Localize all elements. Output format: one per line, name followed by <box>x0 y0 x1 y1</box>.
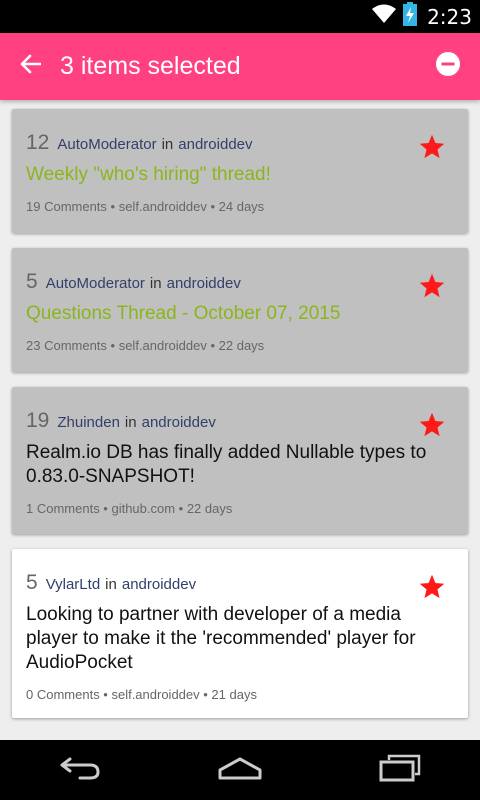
star-icon[interactable] <box>418 133 446 161</box>
post-meta: 5 AutoModerator in androiddev <box>26 270 454 294</box>
post-list[interactable]: 12 AutoModerator in androiddev Weekly "w… <box>0 100 480 740</box>
back-button[interactable] <box>0 33 60 100</box>
post-title[interactable]: Questions Thread - October 07, 2015 <box>26 302 454 326</box>
post-title[interactable]: Weekly "who's hiring" thread! <box>26 163 454 187</box>
post-title[interactable]: Realm.io DB has finally added Nullable t… <box>26 441 446 489</box>
post-subreddit[interactable]: androiddev <box>178 136 252 153</box>
post-info: 1 Comments • github.com • 22 days <box>26 501 233 516</box>
post-meta: 5 VylarLtd in androiddev <box>26 571 454 595</box>
post-author[interactable]: Zhuinden <box>57 414 120 431</box>
in-label: in <box>149 275 162 292</box>
post-meta: 12 AutoModerator in androiddev <box>26 131 454 155</box>
star-icon[interactable] <box>418 411 446 439</box>
post-info: 19 Comments • self.androiddev • 24 days <box>26 199 265 214</box>
post-subreddit[interactable]: androiddev <box>142 414 216 431</box>
wifi-icon <box>371 3 397 30</box>
back-nav-icon <box>58 755 102 786</box>
post-score: 5 <box>26 270 38 293</box>
post-score: 5 <box>26 571 38 594</box>
post-info: 0 Comments • self.androiddev • 21 days <box>26 687 257 702</box>
post-title[interactable]: Looking to partner with developer of a m… <box>26 603 446 675</box>
post-subreddit[interactable]: androiddev <box>167 275 241 292</box>
post-card[interactable]: 19 Zhuinden in androiddev Realm.io DB ha… <box>12 387 468 534</box>
post-score: 12 <box>26 131 50 154</box>
post-author[interactable]: AutoModerator <box>57 136 156 153</box>
post-score: 19 <box>26 409 50 432</box>
selection-count-title: 3 items selected <box>60 52 241 80</box>
star-icon[interactable] <box>418 272 446 300</box>
status-bar: 2:23 <box>0 0 480 33</box>
post-meta: 19 Zhuinden in androiddev <box>26 409 454 433</box>
home-nav-icon <box>216 756 264 785</box>
in-label: in <box>105 576 117 593</box>
status-time: 2:23 <box>427 4 472 29</box>
star-icon[interactable] <box>418 573 446 601</box>
battery-charging-icon <box>403 2 418 31</box>
post-card[interactable]: 12 AutoModerator in androiddev Weekly "w… <box>12 109 468 233</box>
recents-nav-icon <box>379 754 421 787</box>
in-label: in <box>124 414 137 431</box>
post-info: 23 Comments • self.androiddev • 22 days <box>26 338 265 353</box>
arrow-back-icon <box>19 54 42 79</box>
post-card[interactable]: 5 AutoModerator in androiddev Questions … <box>12 248 468 372</box>
in-label: in <box>161 136 174 153</box>
nav-back-button[interactable] <box>30 740 130 800</box>
remove-button[interactable] <box>416 33 480 100</box>
post-author[interactable]: VylarLtd <box>46 576 100 593</box>
nav-home-button[interactable] <box>190 740 290 800</box>
post-subreddit[interactable]: androiddev <box>122 576 196 593</box>
contextual-action-bar: 3 items selected <box>0 33 480 100</box>
post-author[interactable]: AutoModerator <box>46 275 145 292</box>
post-card[interactable]: 5 VylarLtd in androiddev Looking to part… <box>12 549 468 718</box>
remove-circle-icon <box>435 51 461 82</box>
nav-recents-button[interactable] <box>350 740 450 800</box>
system-nav-bar <box>0 740 480 800</box>
